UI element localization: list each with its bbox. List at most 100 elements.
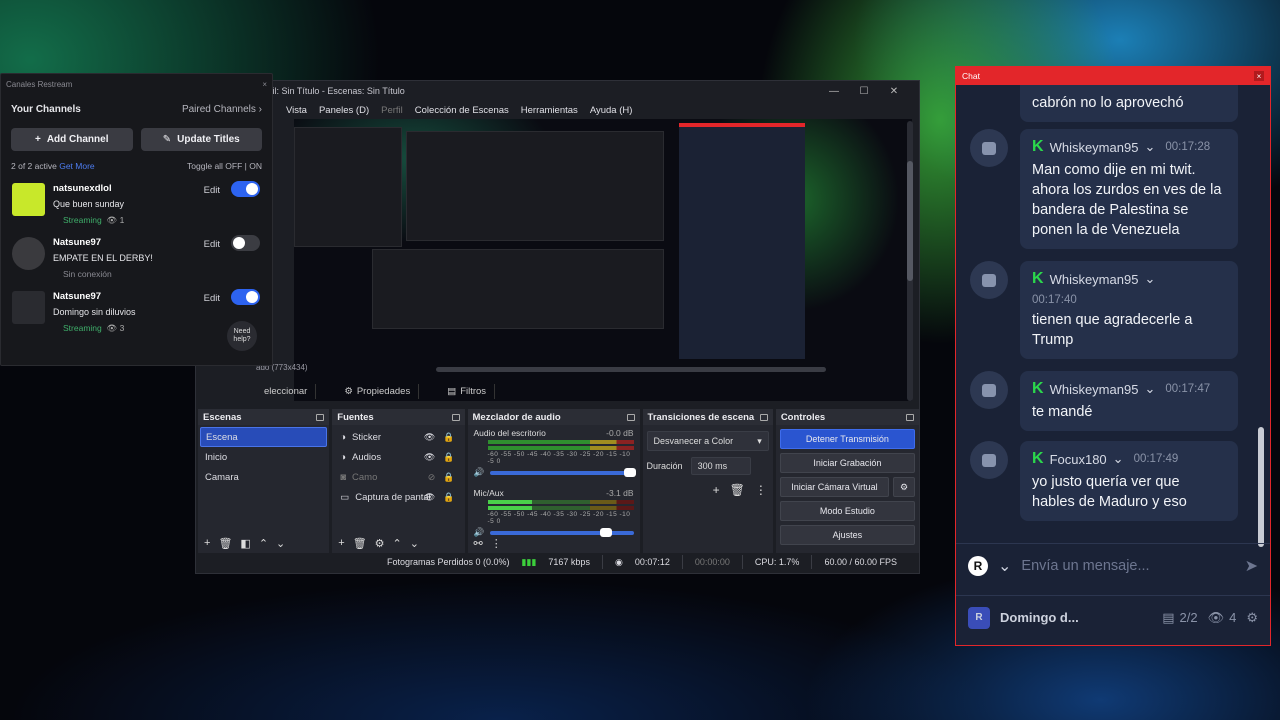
username[interactable]: Whiskeyman95 xyxy=(1050,272,1139,287)
send-icon[interactable]: ➤ xyxy=(1245,556,1258,576)
undock-icon[interactable] xyxy=(906,413,914,421)
preview-vertical-scrollbar[interactable] xyxy=(907,121,913,401)
edit-channel-button[interactable]: Edit xyxy=(204,185,220,196)
maximize-button[interactable]: ☐ xyxy=(849,86,879,97)
duration-input[interactable]: 300 ms xyxy=(690,457,751,475)
close-icon[interactable]: × xyxy=(1254,71,1264,81)
message-input[interactable]: Envía un mensaje... xyxy=(1021,558,1234,574)
virtual-camera-button[interactable]: Iniciar Cámara Virtual xyxy=(779,477,889,497)
undock-icon[interactable] xyxy=(626,413,635,421)
edit-channel-button[interactable]: Edit xyxy=(204,239,220,250)
channel-toggle[interactable] xyxy=(231,181,260,197)
menu-perfil[interactable]: Perfil xyxy=(381,105,403,116)
add-channel-button[interactable]: + Add Channel xyxy=(11,128,133,151)
source-item[interactable]: ▭ Captura de pantal 👁 🔒 xyxy=(334,487,462,507)
minimize-button[interactable]: — xyxy=(819,86,849,97)
preview-horizontal-scrollbar[interactable] xyxy=(436,367,826,372)
add-icon[interactable]: + xyxy=(713,483,720,497)
lock-icon[interactable]: 🔒 xyxy=(443,492,454,503)
chevron-down-icon[interactable]: ⌄ xyxy=(1144,381,1155,397)
eye-hidden-icon[interactable]: ⊘ xyxy=(428,472,436,483)
toggle-all-on[interactable]: ON xyxy=(249,161,262,171)
source-item[interactable]: ◑ Sticker 👁 🔒 xyxy=(334,427,462,447)
chevron-down-icon[interactable]: ⌄ xyxy=(1144,139,1155,155)
chat-scrollbar[interactable] xyxy=(1258,87,1266,547)
obs-docks: Escenas Escena Inicio Camara + 🗑 ◧ ⌃ ⌄ Fuent… xyxy=(196,409,921,553)
toggle-all-off[interactable]: Toggle all OFF xyxy=(187,161,242,171)
chevron-down-icon[interactable]: ⌄ xyxy=(1113,451,1124,467)
lock-icon[interactable]: 🔒 xyxy=(443,452,454,463)
add-icon[interactable]: + xyxy=(204,537,210,549)
eye-icon[interactable]: 👁 xyxy=(424,432,435,443)
eye-icon[interactable]: 👁 xyxy=(424,452,435,463)
add-icon[interactable]: + xyxy=(338,537,344,549)
slider-knob[interactable] xyxy=(623,467,636,477)
obs-preview-canvas[interactable] xyxy=(294,119,912,401)
chevron-down-icon[interactable]: ⌄ xyxy=(410,537,419,550)
gear-icon[interactable]: ⚙ xyxy=(1246,610,1258,626)
speaker-icon[interactable]: 🔊 xyxy=(474,467,485,478)
link-icon[interactable]: ⚯ xyxy=(474,537,483,550)
start-recording-button[interactable]: Iniciar Grabación xyxy=(779,453,915,473)
stop-stream-button[interactable]: Detener Transmisión xyxy=(779,429,915,449)
menu-coleccion[interactable]: Colección de Escenas xyxy=(415,105,509,116)
channel-toggle[interactable] xyxy=(231,289,260,305)
more-icon[interactable]: ⋮ xyxy=(491,537,502,550)
menu-paneles[interactable]: Paneles (D) xyxy=(319,105,369,116)
signal-icon: ▮▮▮ xyxy=(521,556,537,567)
chevron-down-icon[interactable]: ⌄ xyxy=(1144,271,1155,287)
volume-slider[interactable] xyxy=(490,467,636,477)
gear-icon[interactable]: ⚙ xyxy=(893,477,915,497)
username[interactable]: Whiskeyman95 xyxy=(1050,140,1139,155)
transition-select[interactable]: Desvanecer a Color ▾ xyxy=(646,431,769,451)
tab-filters[interactable]: ▤ Filtros xyxy=(439,383,496,399)
edit-channel-button[interactable]: Edit xyxy=(204,293,220,304)
undock-icon[interactable] xyxy=(316,413,325,421)
help-button[interactable]: Need help? xyxy=(227,321,257,351)
update-titles-button[interactable]: ✎ Update Titles xyxy=(140,128,262,151)
chevron-up-icon[interactable]: ⌃ xyxy=(393,537,402,550)
gear-icon[interactable]: ⚙ xyxy=(375,537,385,550)
chevron-up-icon[interactable]: ⌃ xyxy=(259,537,268,550)
undock-icon[interactable] xyxy=(759,413,768,421)
channel-title: Domingo sin diluvios xyxy=(53,307,136,317)
source-item[interactable]: ◑ Audios 👁 🔒 xyxy=(334,447,462,467)
chevron-right-icon: › xyxy=(258,103,262,115)
filter-icon[interactable]: ◧ xyxy=(240,537,250,550)
more-icon[interactable]: ⋮ xyxy=(755,483,767,497)
menu-herramientas[interactable]: Herramientas xyxy=(521,105,578,116)
tab-select[interactable]: eleccionar xyxy=(256,383,317,399)
studio-mode-button[interactable]: Modo Estudio xyxy=(779,501,915,521)
username[interactable]: Whiskeyman95 xyxy=(1050,382,1139,397)
scene-item-escena[interactable]: Escena xyxy=(200,427,328,447)
restream-logo-icon: R xyxy=(968,606,990,629)
trash-icon[interactable]: 🗑 xyxy=(730,483,745,497)
settings-button[interactable]: Ajustes xyxy=(779,525,915,545)
close-button[interactable]: ✕ xyxy=(879,86,909,97)
channel-toggle[interactable] xyxy=(231,235,260,251)
stream-name[interactable]: Domingo d... xyxy=(1000,610,1152,625)
paired-channels-link[interactable]: Paired Channels › xyxy=(182,104,262,115)
chevron-down-icon[interactable]: ⌄ xyxy=(276,537,285,550)
channel-title: EMPATE EN EL DERBY! xyxy=(53,253,153,263)
scene-item-camara[interactable]: Camara xyxy=(200,467,327,487)
tab-properties[interactable]: ⚙ Propiedades xyxy=(336,383,420,399)
menu-ayuda[interactable]: Ayuda (H) xyxy=(590,105,633,116)
menu-vista[interactable]: Vista xyxy=(286,105,307,116)
eye-icon[interactable]: 👁 xyxy=(424,492,435,503)
bot-icon xyxy=(982,273,996,287)
lock-icon[interactable]: 🔒 xyxy=(443,472,454,483)
source-item[interactable]: ◙ Camo ⊘ 🔒 xyxy=(334,467,462,487)
scene-item-inicio[interactable]: Inicio xyxy=(200,447,327,467)
chevron-down-icon[interactable]: ⌄ xyxy=(998,556,1011,576)
trash-icon[interactable]: 🗑 xyxy=(353,537,367,550)
get-more-link[interactable]: Get More xyxy=(59,161,94,171)
viewer-count: 3 xyxy=(119,323,125,333)
trash-icon[interactable]: 🗑 xyxy=(218,537,232,550)
lock-icon[interactable]: 🔒 xyxy=(443,432,454,443)
undock-icon[interactable] xyxy=(451,413,460,421)
username[interactable]: Focux180 xyxy=(1050,452,1107,467)
channel-status-text: Streaming xyxy=(63,215,102,225)
restream-logo-icon[interactable]: R xyxy=(968,555,988,576)
close-icon[interactable]: × xyxy=(262,80,267,89)
